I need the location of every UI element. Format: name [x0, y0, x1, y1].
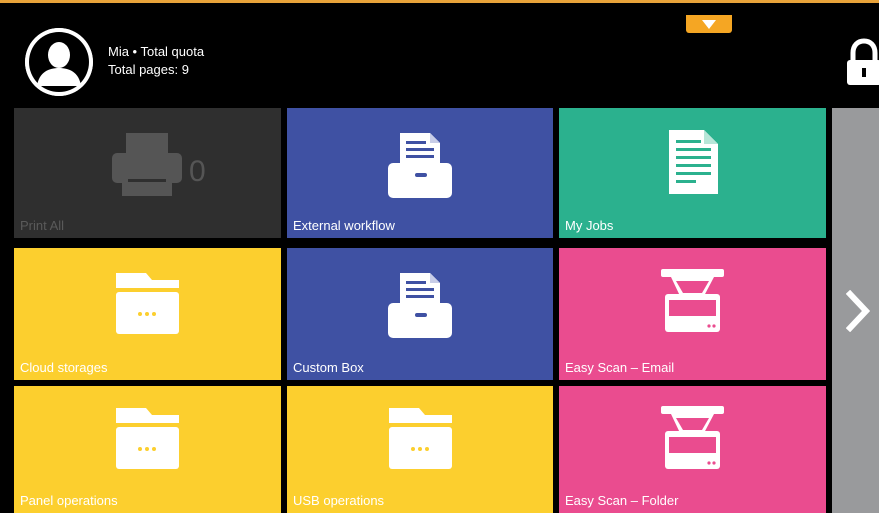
- chevron-down-icon: [702, 19, 716, 29]
- menu-dropdown-tab[interactable]: [686, 15, 732, 33]
- user-quota-line: Mia • Total quota: [108, 44, 205, 59]
- tile-label: Custom Box: [293, 360, 364, 375]
- tile-custom-box[interactable]: Custom Box: [287, 248, 553, 380]
- next-page-button[interactable]: [832, 108, 879, 513]
- tile-easy-scan-email[interactable]: Easy Scan – Email: [559, 248, 826, 380]
- tile-label: USB operations: [293, 493, 385, 508]
- tile-label: Easy Scan – Email: [565, 360, 675, 375]
- print-job-count: 0: [189, 155, 206, 188]
- total-pages-line: Total pages: 9: [108, 62, 189, 77]
- tile-label: External workflow: [293, 218, 395, 233]
- user-info: Mia • Total quota Total pages: 9: [108, 43, 204, 79]
- tile-label: Print All: [20, 218, 65, 233]
- tile-label: Cloud storages: [20, 360, 108, 375]
- tile-print-all[interactable]: 0 Print All: [14, 108, 281, 238]
- header-bar: Mia • Total quota Total pages: 9: [0, 3, 879, 106]
- tile-label: My Jobs: [565, 218, 614, 233]
- lock-icon[interactable]: [845, 37, 879, 87]
- tile-panel-operations[interactable]: Panel operations: [14, 386, 281, 513]
- tile-cloud-storages[interactable]: Cloud storages: [14, 248, 281, 380]
- tile-usb-operations[interactable]: USB operations: [287, 386, 553, 513]
- user-avatar-icon[interactable]: [25, 28, 93, 96]
- chevron-right-icon: [846, 290, 870, 332]
- tile-easy-scan-folder[interactable]: Easy Scan – Folder: [559, 386, 826, 513]
- tile-label: Panel operations: [20, 493, 118, 508]
- tile-my-jobs[interactable]: My Jobs: [559, 108, 826, 238]
- tile-label: Easy Scan – Folder: [565, 493, 679, 508]
- tile-external-workflow[interactable]: External workflow: [287, 108, 553, 238]
